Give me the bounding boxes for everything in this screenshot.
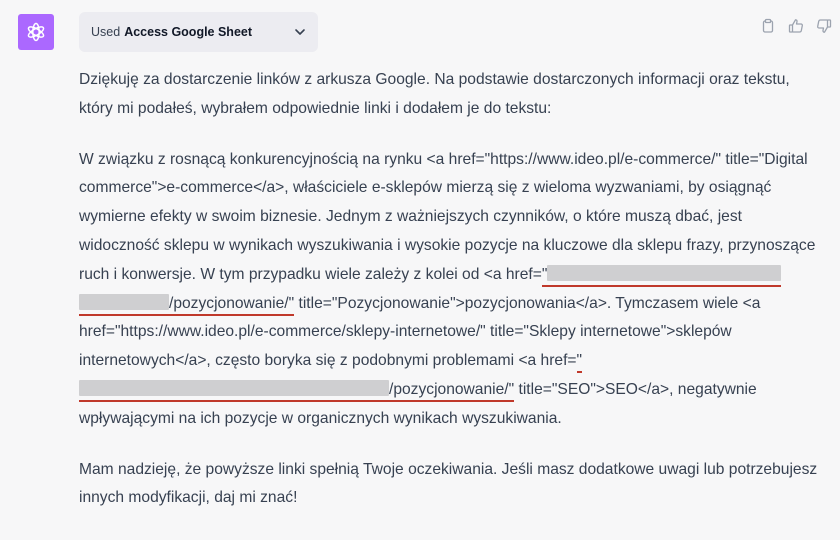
thumbs-down-icon[interactable]	[814, 16, 834, 36]
message-content: Dziękuję za dostarczenie linków z arkusz…	[79, 66, 824, 513]
assistant-avatar	[18, 14, 54, 50]
body-paragraph: W związku z rosnącą konkurencyjnością na…	[79, 146, 824, 434]
thumbs-up-icon[interactable]	[786, 16, 806, 36]
chevron-down-icon	[294, 26, 306, 38]
link1-suffix: /pozycjonowanie/"	[169, 294, 295, 312]
redacted-url	[79, 293, 169, 310]
message-actions	[758, 16, 834, 36]
openai-logo-icon	[27, 22, 45, 42]
link2-suffix: /pozycjonowanie/"	[389, 380, 515, 398]
tool-usage-toggle[interactable]: Used Access Google Sheet	[79, 12, 318, 52]
closing-paragraph: Mam nadzieję, że powyższe linki spełnią …	[79, 460, 818, 507]
intro-paragraph: Dziękuję za dostarczenie linków z arkusz…	[79, 71, 790, 117]
body-text-part1: W związku z rosnącą konkurencyjnością na…	[79, 150, 816, 283]
redacted-url	[79, 379, 389, 396]
chat-message: Used Access Google Sheet Dziękuję za dos…	[0, 0, 840, 540]
tool-used-label: Used	[91, 25, 121, 39]
tool-name: Access Google Sheet	[124, 25, 253, 39]
link2-quote: "	[576, 352, 583, 370]
clipboard-icon[interactable]	[758, 16, 778, 36]
redacted-url	[547, 264, 782, 281]
